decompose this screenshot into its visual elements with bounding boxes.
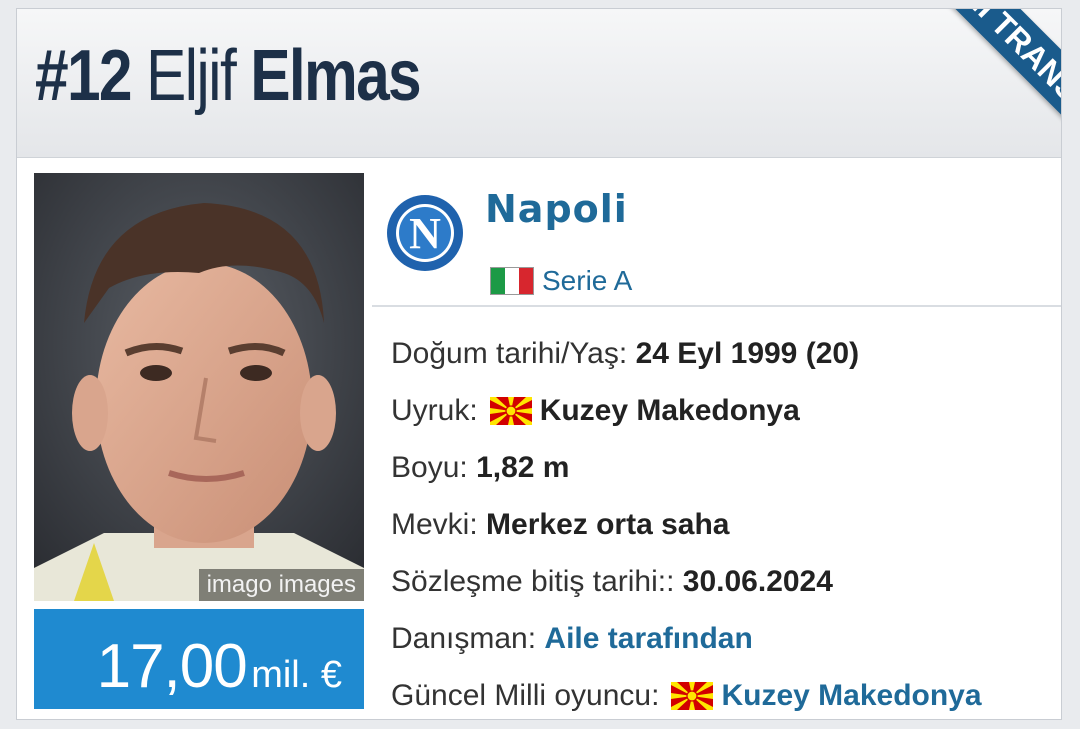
player-portrait-image — [34, 173, 364, 601]
svg-text:N: N — [409, 209, 441, 258]
dob-row: Doğum tarihi/Yaş: 24 Eyl 1999 (20) — [391, 325, 982, 382]
position-label: Mevki: — [391, 507, 478, 541]
market-value-unit: mil. € — [251, 654, 342, 696]
position-row: Mevki: Merkez orta saha — [391, 496, 982, 553]
player-first-name: Eljif — [146, 36, 237, 116]
dob-value: 24 Eyl 1999 (20) — [635, 336, 860, 370]
player-number: #12 — [35, 36, 133, 116]
contract-label: Sözleşme bitiş tarihi:: — [391, 564, 675, 598]
contract-value: 30.06.2024 — [682, 564, 833, 598]
dob-label: Doğum tarihi/Yaş: — [391, 336, 628, 370]
market-value-amount: 17,00 — [96, 632, 248, 701]
market-value-box[interactable]: 17,00 mil. € — [34, 609, 364, 709]
height-row: Boyu: 1,82 m — [391, 439, 982, 496]
photo-credit: imago images — [198, 569, 364, 601]
player-details: Doğum tarihi/Yaş: 24 Eyl 1999 (20) Uyruk… — [391, 325, 982, 719]
player-photo: imago images — [34, 173, 364, 601]
player-header: #12 Eljif Elmas — [17, 9, 1061, 158]
league-info: Serie A — [490, 263, 632, 299]
italy-flag-icon — [490, 267, 534, 295]
nationality-value: Kuzey Makedonya — [539, 393, 800, 427]
national-team-link[interactable]: Kuzey Makedonya — [721, 679, 981, 713]
north-macedonia-flag-icon — [671, 681, 714, 710]
player-last-name: Elmas — [250, 36, 421, 116]
divider — [372, 305, 1061, 307]
league-name-link[interactable]: Serie A — [542, 265, 632, 297]
nationality-row: Uyruk: Kuzey Makedonya — [391, 382, 982, 439]
north-macedonia-flag-icon — [489, 396, 532, 425]
player-card: #12 Eljif Elmas YENİ TRANSFER — [16, 8, 1062, 720]
national-team-row: Güncel Milli oyuncu: Kuzey Makedonya — [391, 667, 982, 719]
napoli-crest-icon[interactable]: N — [385, 193, 465, 273]
agent-label: Danışman: — [391, 621, 537, 655]
position-value: Merkez orta saha — [486, 507, 730, 541]
agent-link[interactable]: Aile tarafından — [544, 622, 752, 656]
nationality-label: Uyruk: — [391, 393, 478, 427]
height-value: 1,82 m — [476, 450, 570, 484]
player-title: #12 Eljif Elmas — [35, 31, 422, 121]
national-team-label: Güncel Milli oyuncu: — [391, 678, 660, 712]
club-name-link[interactable]: Napoli — [485, 187, 628, 231]
agent-row: Danışman: Aile tarafından — [391, 610, 982, 667]
contract-row: Sözleşme bitiş tarihi:: 30.06.2024 — [391, 553, 982, 610]
height-label: Boyu: — [391, 450, 468, 484]
